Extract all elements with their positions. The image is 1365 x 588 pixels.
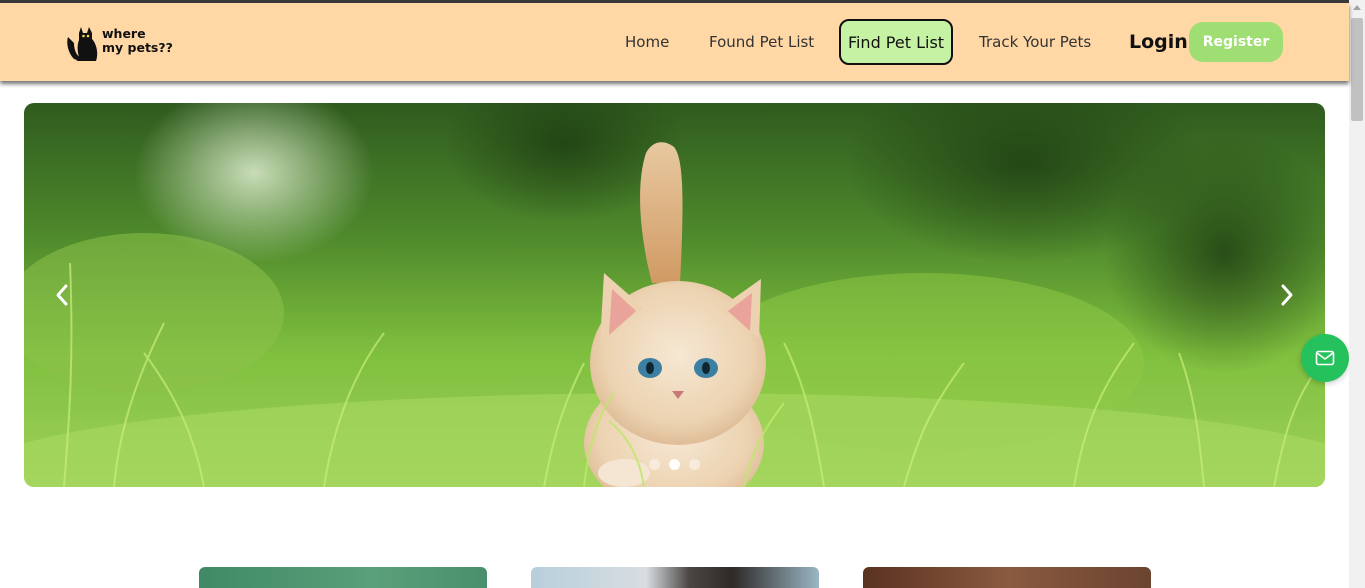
black-cat-icon xyxy=(67,27,98,61)
chevron-left-icon xyxy=(56,284,68,306)
mail-icon xyxy=(1315,350,1335,366)
brand-logo[interactable]: where my pets?? xyxy=(66,23,176,63)
nav-find-pet-list-link[interactable]: Find Pet List xyxy=(839,19,953,65)
carousel-dot-2[interactable] xyxy=(669,459,680,470)
register-button[interactable]: Register xyxy=(1189,22,1283,62)
brand-name-line2: my pets?? xyxy=(102,40,173,55)
carousel-indicators xyxy=(649,459,703,471)
carousel-dot-1[interactable] xyxy=(649,459,660,470)
nav-found-pet-list-link[interactable]: Found Pet List xyxy=(709,33,814,51)
pet-card-3[interactable] xyxy=(863,567,1151,588)
hero-carousel xyxy=(24,103,1325,487)
brand-name-line1: where xyxy=(102,26,146,41)
pet-card-2[interactable] xyxy=(531,567,819,588)
page: where my pets?? Home Found Pet List Find… xyxy=(0,0,1365,588)
chevron-right-icon xyxy=(1281,284,1293,306)
carousel-dot-3[interactable] xyxy=(689,459,700,470)
contact-mail-button[interactable] xyxy=(1301,334,1349,382)
nav-home-link[interactable]: Home xyxy=(625,33,669,51)
hero-slide-image xyxy=(24,103,1325,487)
pet-card-1[interactable] xyxy=(199,567,487,588)
navbar: where my pets?? Home Found Pet List Find… xyxy=(0,3,1349,81)
scroll-up-arrow-icon[interactable] xyxy=(1353,5,1361,10)
brand-name: where my pets?? xyxy=(102,27,173,55)
carousel-prev-button[interactable] xyxy=(46,278,78,312)
scrollbar-thumb[interactable] xyxy=(1351,18,1363,121)
login-link[interactable]: Login xyxy=(1129,31,1188,53)
nav-track-your-pets-link[interactable]: Track Your Pets xyxy=(979,33,1091,51)
carousel-next-button[interactable] xyxy=(1271,278,1303,312)
